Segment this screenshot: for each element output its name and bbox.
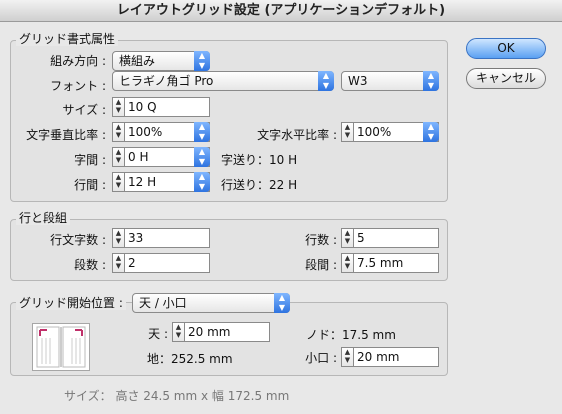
popup-arrows-icon: ▲ ▼ xyxy=(194,147,210,167)
koguchi-label: 小口 : xyxy=(305,351,337,365)
font-weight-popup[interactable]: W3 ▲ ▼ xyxy=(341,71,439,91)
cancel-button[interactable]: キャンセル xyxy=(466,68,546,89)
top-field[interactable]: 20 mm xyxy=(185,322,270,342)
direction-label: 組み方向 : xyxy=(50,54,106,68)
page-spread-graphic xyxy=(36,326,86,368)
popup-arrows-icon: ▲ ▼ xyxy=(194,172,210,192)
font-label: フォント : xyxy=(50,79,106,93)
vert-scale-field[interactable]: 100% ▲ ▼ xyxy=(125,122,210,142)
char-space-field[interactable]: 0 H ▲ ▼ xyxy=(125,147,210,167)
size-readout: サイズ： 高さ 24.5 mm x 幅 172.5 mm xyxy=(64,389,290,403)
lines-label: 行数 : xyxy=(305,233,337,247)
grid-format-legend: グリッド書式属性 xyxy=(16,32,119,46)
horiz-scale-label: 文字水平比率 : xyxy=(257,128,337,142)
chars-per-line-stepper[interactable]: ▲ ▼ xyxy=(112,228,125,248)
koguchi-stepper[interactable]: ▲ ▼ xyxy=(341,347,354,367)
lines-field[interactable]: 5 xyxy=(354,228,439,248)
popup-arrows-icon: ▲ ▼ xyxy=(194,51,210,71)
gutter-stepper[interactable]: ▲ ▼ xyxy=(341,253,354,273)
line-space-label: 行間 : xyxy=(74,178,106,192)
font-family-popup[interactable]: ヒラギノ角ゴ Pro ▲ ▼ xyxy=(112,71,334,91)
line-space-stepper[interactable]: ▲ ▼ xyxy=(112,172,125,192)
line-space-value: 12 H xyxy=(128,175,157,189)
popup-arrows-icon: ▲ ▼ xyxy=(274,293,290,313)
font-family-value: ヒラギノ角ゴ Pro xyxy=(119,74,214,88)
char-aki-readout: 字送り：10 H xyxy=(221,153,298,167)
line-aki-readout: 行送り：22 H xyxy=(221,178,298,192)
size-field[interactable]: 10 Q xyxy=(125,97,210,117)
vert-scale-stepper[interactable]: ▲ ▼ xyxy=(112,122,125,142)
columns-field[interactable]: 2 xyxy=(125,253,210,273)
columns-label: 段数 : xyxy=(74,258,106,272)
direction-value: 横組み xyxy=(119,54,156,68)
popup-arrows-icon: ▲ ▼ xyxy=(423,71,439,91)
top-label: 天 : xyxy=(148,327,168,341)
size-stepper[interactable]: ▲ ▼ xyxy=(112,97,125,117)
page-spread-icon xyxy=(32,323,90,371)
bottom-readout: 地：252.5 mm xyxy=(147,352,233,366)
lines-stepper[interactable]: ▲ ▼ xyxy=(341,228,354,248)
char-space-label: 字間 : xyxy=(74,153,106,167)
grid-start-value: 天 / 小口 xyxy=(139,296,187,310)
font-weight-value: W3 xyxy=(348,74,368,88)
nodo-readout: ノド：17.5 mm xyxy=(306,328,396,342)
ok-button[interactable]: OK xyxy=(466,38,546,59)
chars-per-line-label: 行文字数 : xyxy=(50,233,106,247)
direction-popup[interactable]: 横組み ▲ ▼ xyxy=(112,51,210,71)
window-title: レイアウトグリッド設定 (アプリケーションデフォルト) xyxy=(0,0,562,22)
line-space-field[interactable]: 12 H ▲ ▼ xyxy=(125,172,210,192)
size-label: サイズ : xyxy=(62,103,107,117)
lines-columns-legend: 行と段組 xyxy=(16,211,71,225)
gutter-label: 段間 : xyxy=(305,258,337,272)
vert-scale-label: 文字垂直比率 : xyxy=(26,128,106,142)
vert-scale-value: 100% xyxy=(128,125,163,139)
top-stepper[interactable]: ▲ ▼ xyxy=(172,322,185,342)
popup-arrows-icon: ▲ ▼ xyxy=(194,122,210,142)
horiz-scale-value: 100% xyxy=(357,125,392,139)
chars-per-line-field[interactable]: 33 xyxy=(125,228,210,248)
horiz-scale-field[interactable]: 100% ▲ ▼ xyxy=(354,122,439,142)
grid-start-popup[interactable]: 天 / 小口 ▲ ▼ xyxy=(132,293,290,313)
popup-arrows-icon: ▲ ▼ xyxy=(423,122,439,142)
char-space-stepper[interactable]: ▲ ▼ xyxy=(112,147,125,167)
horiz-scale-stepper[interactable]: ▲ ▼ xyxy=(341,122,354,142)
koguchi-field[interactable]: 20 mm xyxy=(354,347,439,367)
gutter-field[interactable]: 7.5 mm xyxy=(354,253,439,273)
char-space-value: 0 H xyxy=(128,150,149,164)
popup-arrows-icon: ▲ ▼ xyxy=(318,71,334,91)
columns-stepper[interactable]: ▲ ▼ xyxy=(112,253,125,273)
grid-start-label: グリッド開始位置 : xyxy=(16,296,126,310)
